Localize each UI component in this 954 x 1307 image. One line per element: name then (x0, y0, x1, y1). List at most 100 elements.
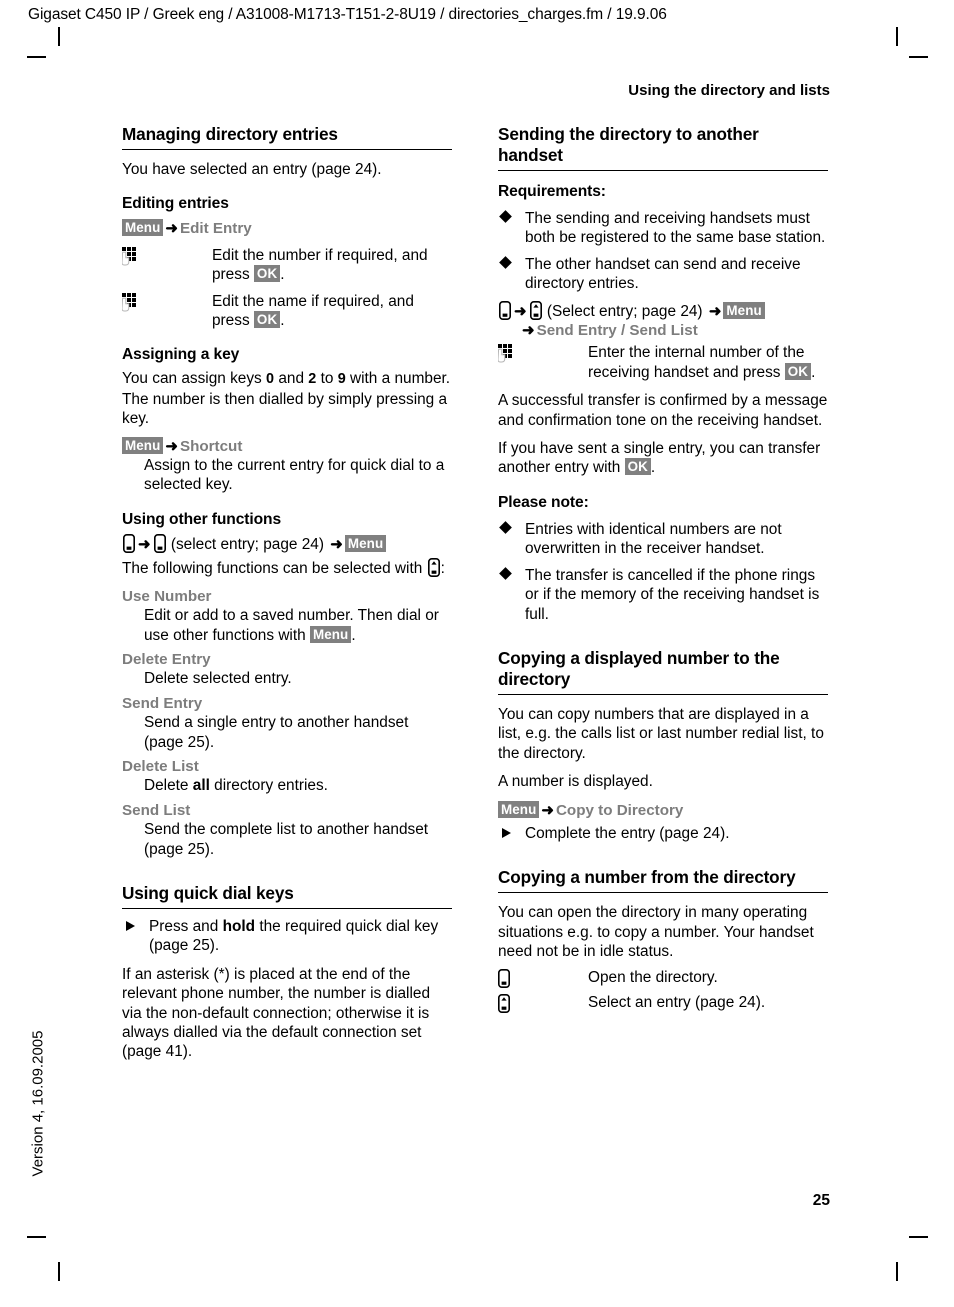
menu-path-description: Assign to the current entry for quick di… (144, 457, 445, 494)
step-icon-cell (498, 993, 588, 1015)
please-note-list: Entries with identical numbers are not o… (498, 520, 828, 624)
crop-mark-top-left-vertical (58, 27, 60, 46)
list-item-text: The transfer is cancelled if the phone r… (525, 566, 820, 623)
ok-badge[interactable]: OK (624, 458, 651, 476)
copying-to-bullet-list: Complete the entry (page 24). (498, 824, 828, 843)
step-edit-number: Edit the number if required, and press O… (121, 246, 452, 285)
nav-key-icon[interactable] (498, 993, 510, 1013)
step-text-cell: Edit the name if required, and press OK. (212, 292, 452, 331)
heading-managing-directory-entries: Managing directory entries (122, 124, 452, 150)
menu-item-delete-entry[interactable]: Delete Entry (122, 650, 452, 669)
functions-intro-after: : (440, 560, 445, 578)
paragraph-functions-intro: The following functions can be selected … (122, 558, 452, 578)
paragraph-number-displayed: A number is displayed. (498, 773, 653, 791)
list-item-text: The other handset can send and receive d… (525, 255, 801, 293)
crop-mark-bottom-left-vertical (58, 1262, 60, 1281)
list-item: Entries with identical numbers are not o… (498, 520, 828, 559)
file-header: Gigaset C450 IP / Greek eng / A31008-M17… (28, 6, 667, 23)
directory-key-icon[interactable] (499, 300, 511, 320)
step-icon-cell (121, 292, 212, 314)
diamond-bullet-icon (499, 521, 512, 534)
paragraph-copying-from-body: You can open the directory in many opera… (498, 904, 814, 961)
menu-badge[interactable]: Menu (309, 625, 352, 643)
heading-please-note: Please note: (498, 493, 589, 511)
requirements-list: The sending and receiving handsets must … (498, 209, 828, 294)
directory-key-icon[interactable] (498, 968, 510, 988)
desc-before: Edit or add to a saved number. Then dial… (144, 607, 439, 644)
page-number: 25 (812, 1192, 830, 1209)
paragraph-assigning-key: You can assign keys 0 and 2 to 9 with a … (122, 369, 452, 428)
desc-after: . (351, 626, 356, 644)
key-digit-0: 0 (266, 371, 275, 388)
menu-path-send-targets-line: ➜ Send Entry / Send List (498, 321, 828, 340)
note2-after: . (650, 459, 656, 477)
heading-copying-from-directory: Copying a number from the directory (498, 867, 828, 894)
diamond-bullet-icon (499, 255, 512, 269)
heading-using-quick-dial-keys: Using quick dial keys (122, 883, 452, 909)
desc-after: directory entries. (209, 777, 328, 795)
keypad-icon (121, 246, 140, 266)
menu-badge[interactable]: Menu (723, 301, 765, 319)
menu-badge[interactable]: Menu (344, 534, 387, 552)
paragraph-transfer-another: If you have sent a single entry, you can… (498, 439, 828, 478)
assign-text-3: to (316, 370, 338, 388)
ok-badge[interactable]: OK (253, 265, 281, 283)
bullet-before: Press and (149, 917, 223, 935)
menu-item-delete-list[interactable]: Delete List (122, 757, 452, 776)
menu-path-targets[interactable]: Send Entry / Send List (537, 322, 698, 339)
menu-item-use-number[interactable]: Use Number (122, 587, 452, 606)
heading-sending-directory: Sending the directory to another handset (498, 124, 828, 171)
menu-path-target[interactable]: Shortcut (180, 438, 242, 455)
quick-dial-bullet-list: Press and hold the required quick dial k… (122, 917, 452, 956)
crop-mark-bottom-right-horizontal (909, 1236, 928, 1238)
crop-mark-top-left-horizontal (27, 56, 46, 58)
menu-path-copy-to-directory: Menu ➜ Copy to Directory (498, 800, 828, 820)
step-enter-internal-number: Enter the internal number of the receivi… (497, 343, 828, 382)
menu-badge[interactable]: Menu (122, 219, 164, 237)
step-text-before: Edit the name if required, and press (212, 292, 414, 330)
directory-key-icon[interactable] (123, 533, 135, 553)
step-text-before: Enter the internal number of the receivi… (588, 344, 805, 381)
step-icon-cell (498, 968, 588, 990)
crop-mark-top-right-horizontal (909, 56, 928, 58)
directory-key-icon[interactable] (153, 533, 166, 553)
menu-item-send-entry[interactable]: Send Entry (122, 694, 452, 713)
heading-editing-entries: Editing entries (122, 195, 229, 213)
menu-path-target[interactable]: Edit Entry (180, 220, 252, 237)
menu-badge[interactable]: Menu (498, 800, 540, 818)
ok-badge[interactable]: OK (253, 311, 281, 329)
crop-mark-bottom-left-horizontal (27, 1236, 46, 1238)
step-text-after: . (280, 312, 285, 330)
key-digit-9: 9 (337, 371, 346, 388)
triangle-bullet-icon (502, 828, 511, 839)
menu-item-description: Send a single entry to another handset (… (144, 714, 409, 751)
version-side-text: Version 4, 16.09.2005 (29, 1030, 47, 1177)
triangle-bullet-icon (126, 921, 135, 932)
paragraph-copying-to-body: You can copy numbers that are displayed … (498, 705, 824, 762)
keypad-icon (497, 344, 516, 363)
arrow-icon: ➜ (165, 437, 178, 455)
menu-item-send-list[interactable]: Send List (122, 801, 452, 820)
diamond-bullet-icon (499, 566, 512, 580)
crop-mark-bottom-right-vertical (896, 1262, 898, 1281)
list-item: The transfer is cancelled if the phone r… (498, 566, 828, 624)
step-open-directory: Open the directory. (498, 968, 828, 990)
keypad-icon (121, 292, 140, 312)
desc-before: Delete (144, 777, 193, 795)
nav-key-icon[interactable] (529, 300, 542, 320)
running-head: Using the directory and lists (628, 82, 830, 99)
menu-path-target[interactable]: Copy to Directory (556, 802, 683, 819)
menu-path-shortcut: Menu ➜ Shortcut (122, 436, 452, 456)
functions-intro-before: The following functions can be selected … (122, 560, 427, 578)
menu-path-other-functions: ➜ (select entry; page 24) ➜ Menu (122, 533, 452, 554)
step-text-cell: Enter the internal number of the receivi… (588, 343, 828, 382)
step-text-cell: Select an entry (page 24). (588, 993, 766, 1011)
menu-path-mid-text: (select entry; page 24) (170, 535, 324, 553)
ok-badge[interactable]: OK (784, 362, 812, 380)
step-icon-cell (497, 343, 588, 365)
nav-key-icon[interactable] (427, 558, 440, 578)
menu-badge[interactable]: Menu (122, 436, 164, 454)
step-text-after: . (280, 266, 285, 284)
step-text-cell: Edit the number if required, and press O… (212, 246, 452, 285)
list-item: The other handset can send and receive d… (498, 255, 828, 294)
